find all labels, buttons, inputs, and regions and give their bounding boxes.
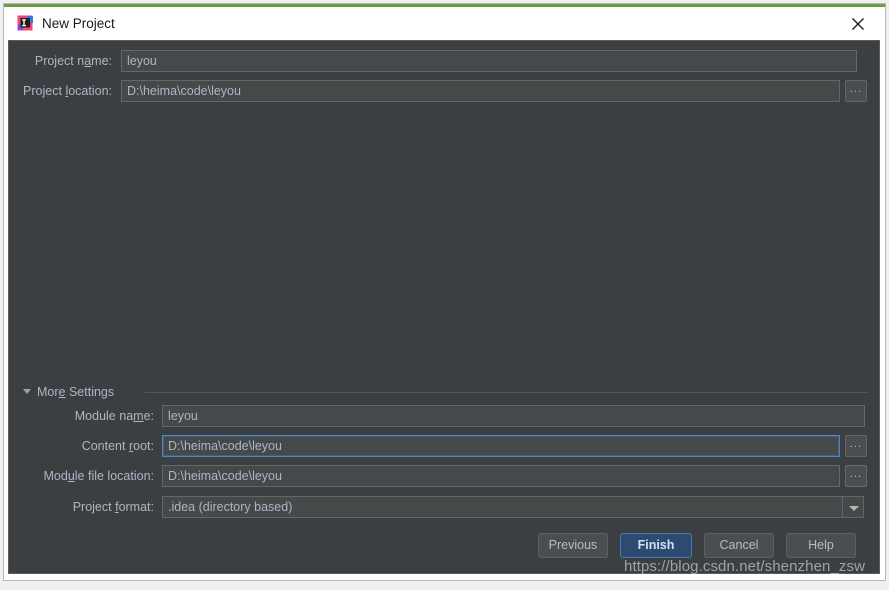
form-row-project-format: Project format: bbox=[9, 496, 881, 518]
project-location-browse-button[interactable]: ... bbox=[845, 80, 867, 102]
chevron-down-icon bbox=[849, 506, 859, 511]
project-format-dropdown-button[interactable] bbox=[842, 496, 864, 518]
form-row-module-name: Module name: bbox=[9, 405, 881, 427]
title-bar: New Project bbox=[4, 7, 885, 39]
module-file-location-input[interactable] bbox=[162, 465, 840, 487]
form-row-project-location: Project location: ... bbox=[9, 80, 881, 102]
form-row-module-file-location: Module file location: ... bbox=[9, 465, 881, 487]
content-root-input[interactable] bbox=[162, 435, 840, 457]
module-name-input[interactable] bbox=[162, 405, 865, 427]
project-name-label: Project name: bbox=[34, 54, 112, 68]
intellij-idea-icon bbox=[17, 15, 34, 32]
content-root-browse-button[interactable]: ... bbox=[845, 435, 867, 457]
project-location-input[interactable] bbox=[121, 80, 840, 102]
finish-button[interactable]: Finish bbox=[620, 533, 692, 558]
dialog-window: New Project Project name: Project locati… bbox=[0, 0, 889, 590]
module-name-label: Module name: bbox=[74, 409, 154, 423]
more-settings-section-header: More Settings bbox=[23, 383, 868, 401]
project-format-label: Project format: bbox=[72, 500, 154, 514]
module-file-location-label: Module file location: bbox=[43, 469, 155, 483]
help-button[interactable]: Help bbox=[786, 533, 856, 558]
form-row-content-root: Content root: ... bbox=[9, 435, 881, 457]
close-icon[interactable] bbox=[839, 10, 877, 36]
module-file-location-browse-button[interactable]: ... bbox=[845, 465, 867, 487]
project-name-input[interactable] bbox=[121, 50, 857, 72]
more-settings-label: More Settings bbox=[37, 385, 115, 399]
content-root-label: Content root: bbox=[81, 439, 154, 453]
section-divider bbox=[145, 392, 868, 393]
project-location-label: Project location: bbox=[23, 84, 112, 98]
dialog-footer: Previous Finish Cancel Help bbox=[9, 533, 881, 563]
previous-button[interactable]: Previous bbox=[538, 533, 608, 558]
dialog-content: Project name: Project location: ... More… bbox=[8, 40, 880, 574]
window-title: New Project bbox=[42, 16, 115, 31]
cancel-button[interactable]: Cancel bbox=[704, 533, 774, 558]
form-row-project-name: Project name: bbox=[9, 50, 881, 72]
chevron-down-icon bbox=[23, 389, 31, 394]
project-format-combo-value[interactable] bbox=[162, 496, 843, 518]
